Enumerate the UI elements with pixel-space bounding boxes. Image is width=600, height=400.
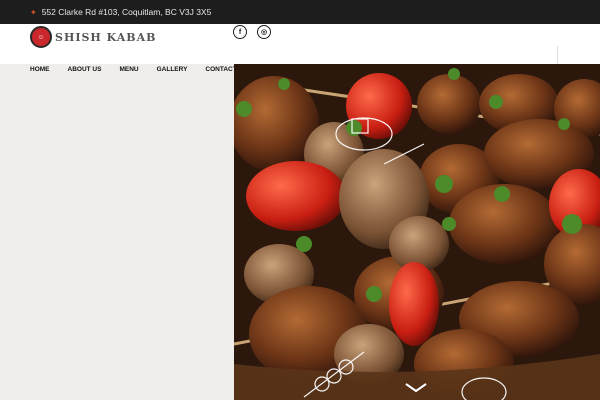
site-header: ☺ SHISH KABAB — [0, 24, 600, 64]
kabab-illustration — [234, 64, 600, 400]
brand-name: SHISH KABAB — [55, 30, 157, 44]
nav-about-us[interactable]: ABOUT US — [68, 64, 102, 76]
nav-gallery[interactable]: GALLERY — [157, 64, 188, 76]
facebook-icon[interactable]: f — [233, 25, 247, 39]
site-logo[interactable]: ☺ SHISH KABAB — [30, 26, 156, 48]
hero-food-image — [234, 64, 600, 400]
location-pin-icon: ✦ — [30, 7, 37, 17]
chevron-down-icon[interactable] — [405, 383, 427, 393]
left-panel — [0, 76, 234, 400]
instagram-icon[interactable]: ◎ — [257, 25, 271, 39]
nav-home[interactable]: HOME — [30, 64, 50, 76]
nav-menu[interactable]: MENU — [119, 64, 138, 76]
header-divider — [557, 46, 558, 64]
main-nav: HOME ABOUT US MENU GALLERY CONTACT US — [30, 64, 266, 76]
logo-chef-icon: ☺ — [30, 26, 52, 48]
top-info-bar: ✦ 552 Clarke Rd #103, Coquitlam, BC V3J … — [0, 0, 600, 24]
address-text: 552 Clarke Rd #103, Coquitlam, BC V3J 3X… — [41, 7, 212, 17]
